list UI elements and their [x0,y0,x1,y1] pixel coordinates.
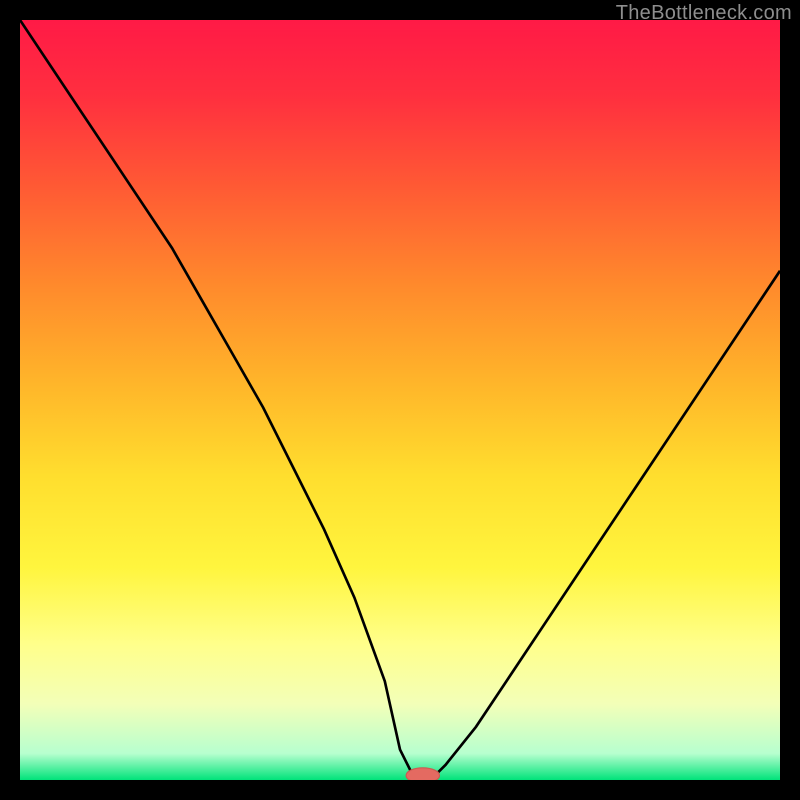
bottleneck-chart [20,20,780,780]
plot-area [20,20,780,780]
watermark-text: TheBottleneck.com [616,2,792,25]
chart-frame: TheBottleneck.com [0,0,800,800]
optimal-point-marker [406,768,439,780]
gradient-background [20,20,780,780]
